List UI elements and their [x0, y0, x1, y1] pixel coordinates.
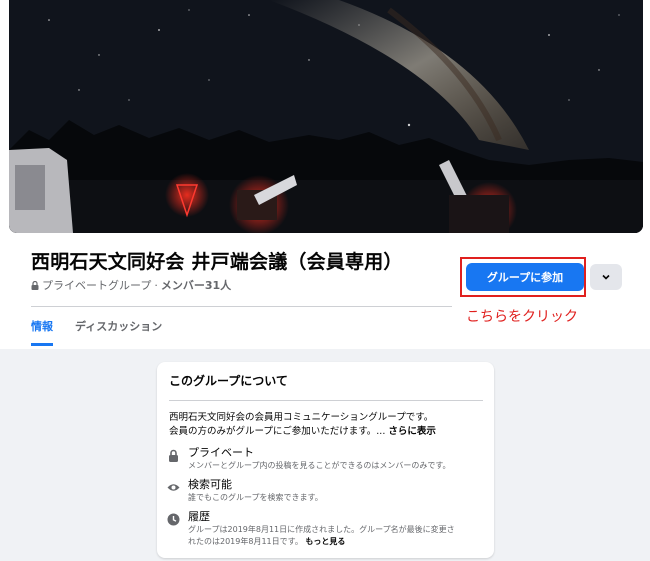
tab-about[interactable]: 情報: [31, 318, 53, 346]
info-history: 履歴 グループは2019年8月11日に作成されました。グループ名が最後に変更さ …: [167, 510, 455, 548]
lock-icon: [31, 280, 39, 290]
header-divider: [31, 306, 452, 307]
clock-icon: [167, 513, 180, 526]
group-tabs: 情報 ディスカッション: [31, 318, 162, 346]
eye-icon: [167, 484, 180, 491]
info-title: 履歴: [188, 510, 210, 523]
info-text: グループは2019年8月11日に作成されました。グループ名が最後に変更さ: [188, 525, 455, 534]
click-here-annotation: こちらをクリック: [466, 309, 578, 325]
info-title: 検索可能: [188, 478, 232, 491]
meta-separator: ·: [154, 278, 158, 292]
about-description: 西明石天文同好会の会員用コミュニケーショングループです。 会員の方のみがグループ…: [169, 411, 436, 439]
about-divider: [169, 400, 483, 401]
member-count[interactable]: メンバー31人: [161, 277, 231, 293]
see-more-link[interactable]: さらに表示: [388, 426, 436, 437]
see-more-history-link[interactable]: もっと見る: [305, 537, 345, 546]
tab-discussion[interactable]: ディスカッション: [75, 318, 162, 346]
cover-photo: [9, 0, 643, 233]
privacy-label: プライベートグループ: [42, 279, 152, 292]
info-text: れたのは2019年8月11日です。: [188, 537, 303, 546]
info-private: プライベート メンバーとグループ内の投稿を見ることができるのはメンバーのみです。: [167, 446, 451, 472]
chevron-down-icon: [602, 274, 610, 280]
info-searchable: 検索可能 誰でもこのグループを検索できます。: [167, 478, 323, 504]
about-title: このグループについて: [169, 374, 288, 388]
lock-icon: [169, 449, 178, 462]
more-options-button[interactable]: [590, 264, 622, 290]
info-title: プライベート: [188, 446, 254, 459]
info-text: 誰でもこのグループを検索できます。: [188, 493, 323, 502]
join-group-button[interactable]: グループに参加: [466, 263, 584, 291]
group-title: 西明石天文同好会 井戸端会議（会員専用）: [31, 251, 403, 273]
info-text: メンバーとグループ内の投稿を見ることができるのはメンバーのみです。: [188, 461, 451, 470]
description-line: 会員の方のみがグループにご参加いただけます。...: [169, 426, 386, 437]
about-card: このグループについて 西明石天文同好会の会員用コミュニケーショングループです。 …: [157, 362, 494, 558]
group-meta: プライベートグループ · メンバー31人: [31, 277, 231, 293]
description-line: 西明石天文同好会の会員用コミュニケーショングループです。: [169, 412, 434, 423]
